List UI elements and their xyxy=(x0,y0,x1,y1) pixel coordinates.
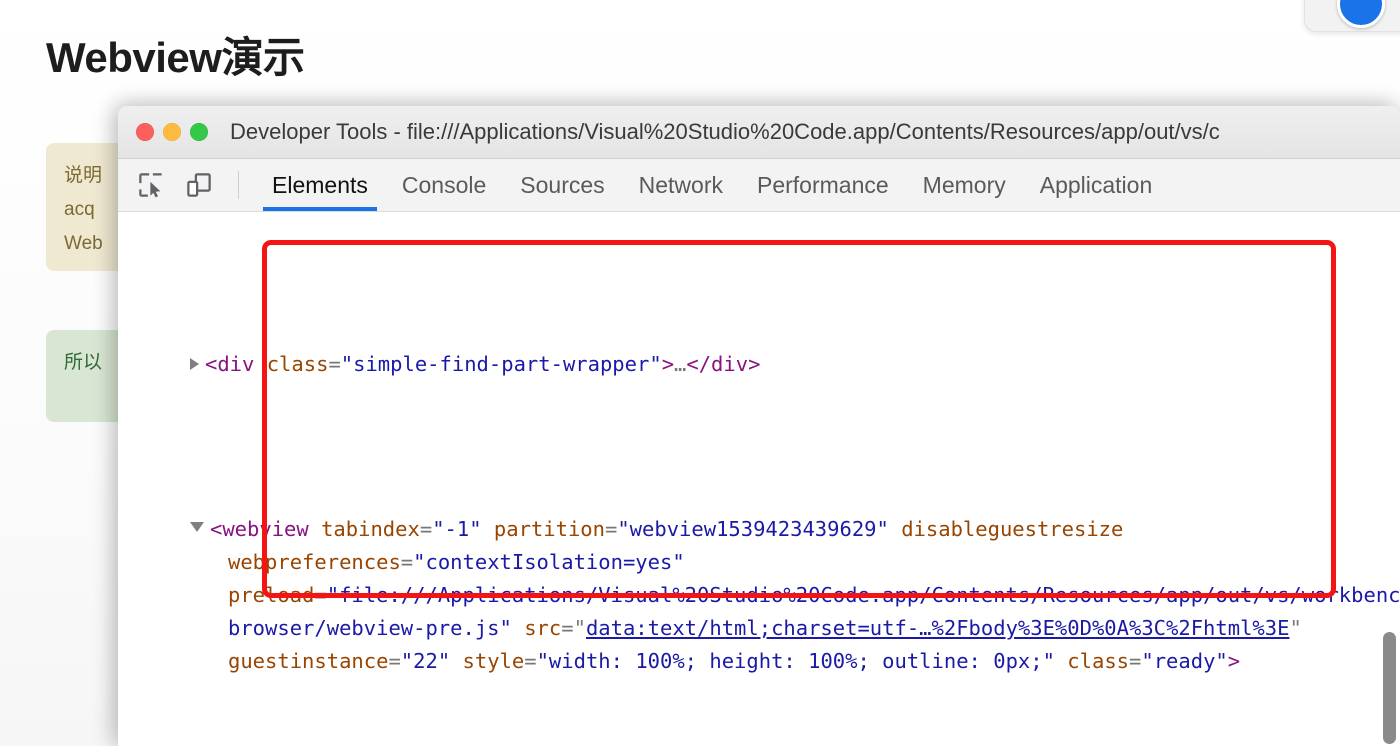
tab-console[interactable]: Console xyxy=(385,159,503,211)
zoom-button[interactable] xyxy=(190,123,208,141)
tab-network[interactable]: Network xyxy=(622,159,740,211)
page-title: Webview演示 xyxy=(46,34,305,81)
tab-memory[interactable]: Memory xyxy=(906,159,1023,211)
dom-tree-scrollbar[interactable] xyxy=(1383,632,1396,744)
devtools-tabs: Elements Console Sources Network Perform… xyxy=(255,159,1400,211)
src-attribute-link[interactable]: data:text/html;charset=utf-…%2Fbody%3E%0… xyxy=(586,616,1290,640)
window-titlebar: Developer Tools - file:///Applications/V… xyxy=(118,106,1400,159)
tab-elements[interactable]: Elements xyxy=(255,159,385,211)
dom-tree[interactable]: <div class="simple-find-part-wrapper">…<… xyxy=(118,212,1400,746)
screen: Webview演示 说明 acq Web 所以 Developer Tools … xyxy=(0,0,1400,746)
tab-sources[interactable]: Sources xyxy=(503,159,621,211)
tab-application[interactable]: Application xyxy=(1023,159,1170,211)
dom-node-find-wrapper[interactable]: <div class="simple-find-part-wrapper">…<… xyxy=(118,348,1400,381)
inspect-element-icon[interactable] xyxy=(136,170,166,200)
device-toolbar-icon[interactable] xyxy=(184,170,214,200)
close-button[interactable] xyxy=(136,123,154,141)
collapse-triangle-icon[interactable] xyxy=(190,522,204,532)
devtools-tabstrip: Elements Console Sources Network Perform… xyxy=(118,159,1400,212)
window-title: Developer Tools - file:///Applications/V… xyxy=(230,119,1220,144)
tab-performance[interactable]: Performance xyxy=(740,159,906,211)
toolbar-divider xyxy=(238,171,239,199)
dom-node-webview[interactable]: <webview tabindex="-1" partition="webvie… xyxy=(118,513,1400,678)
traffic-lights xyxy=(136,123,208,141)
devtools-window: Developer Tools - file:///Applications/V… xyxy=(118,106,1400,746)
devtools-tool-icons xyxy=(118,159,255,211)
minimize-button[interactable] xyxy=(163,123,181,141)
expand-triangle-icon[interactable] xyxy=(190,358,199,370)
